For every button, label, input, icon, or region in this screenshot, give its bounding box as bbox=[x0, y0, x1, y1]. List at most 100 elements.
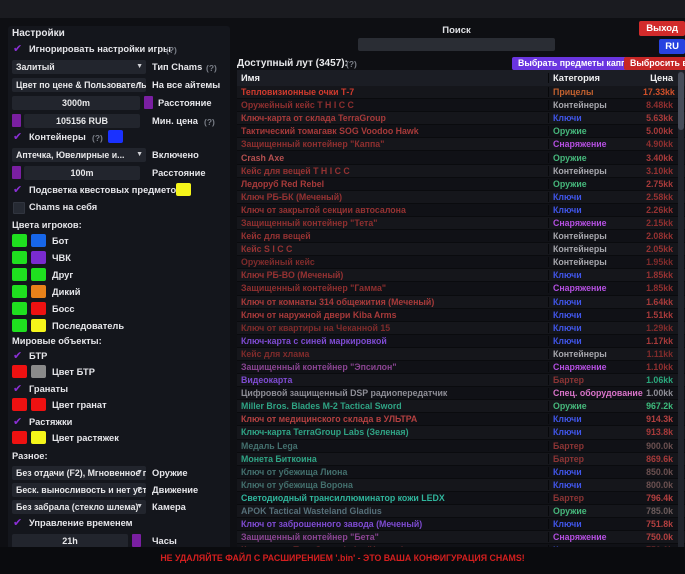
player-color-swatch-1[interactable] bbox=[12, 268, 27, 281]
containers-color-swatch[interactable] bbox=[108, 130, 123, 143]
min-price-label: Мин. цена bbox=[152, 116, 198, 126]
config-warning-text: НЕ УДАЛЯЙТЕ ФАЙЛ С РАСШИРЕНИЕМ '.bin' - … bbox=[0, 553, 685, 563]
ignore-game-settings-checkbox[interactable] bbox=[13, 43, 25, 55]
table-row[interactable]: Цифровой защищенный DSP радиопередатчикС… bbox=[237, 387, 685, 400]
table-row[interactable]: Тактический томагавк SOG Voodoo HawkОруж… bbox=[237, 125, 685, 138]
hours-color-swatch[interactable] bbox=[132, 534, 141, 547]
btr-checkbox[interactable] bbox=[13, 350, 25, 362]
player-color-swatch-2[interactable] bbox=[31, 251, 46, 264]
table-row[interactable]: Монета БиткоинаБартер869.6k bbox=[237, 453, 685, 466]
btr-color-swatch-2[interactable] bbox=[31, 365, 46, 378]
table-row[interactable]: Ключ-карта с синей маркировкойКлючи1.17k… bbox=[237, 335, 685, 348]
table-row[interactable]: Защищенный контейнер "Каппа"Снаряжение4.… bbox=[237, 138, 685, 151]
table-row[interactable]: Ключ от убежища ЛионаКлючи850.0k bbox=[237, 466, 685, 479]
quest-highlight-checkbox[interactable] bbox=[13, 184, 25, 196]
chams-type-dropdown[interactable]: Залитый▼ bbox=[12, 60, 146, 74]
player-colors-title: Цвета игроков: bbox=[12, 220, 82, 230]
table-row[interactable]: Ключ РБ-ВО (Меченый)Ключи1.85kk bbox=[237, 269, 685, 282]
time-control-checkbox[interactable] bbox=[13, 517, 25, 529]
scrollbar-thumb[interactable] bbox=[678, 72, 684, 130]
min-price-color-swatch[interactable] bbox=[12, 114, 21, 127]
all-items-mode-dropdown[interactable]: Цвет по цене & Пользователь▼ bbox=[12, 78, 146, 92]
grenade-color-swatch-1[interactable] bbox=[12, 398, 27, 411]
table-row[interactable]: Crash AxeОружие3.40kk bbox=[237, 151, 685, 164]
table-row[interactable]: Ключ от закрытой секции автосалонаКлючи2… bbox=[237, 204, 685, 217]
player-color-swatch-1[interactable] bbox=[12, 251, 27, 264]
table-row[interactable]: Кейс для вещей T H I C CКонтейнеры3.10kk bbox=[237, 165, 685, 178]
chams-self-checkbox[interactable] bbox=[13, 202, 25, 214]
item-category: Ключи bbox=[548, 467, 643, 477]
player-color-swatch-2[interactable] bbox=[31, 268, 46, 281]
column-header-name[interactable]: Имя bbox=[237, 73, 548, 83]
tripwire-color-swatch-2[interactable] bbox=[31, 431, 46, 444]
table-row[interactable]: Защищенный контейнер "Тета"Снаряжение2.1… bbox=[237, 217, 685, 230]
item-name: Монета Биткоина bbox=[237, 454, 548, 464]
table-row[interactable]: Оружейный кейсКонтейнеры1.95kk bbox=[237, 256, 685, 269]
item-category: Бартер bbox=[548, 454, 643, 464]
table-row[interactable]: Ключ от убежища ВоронаКлючи800.0k bbox=[237, 479, 685, 492]
player-color-swatch-2[interactable] bbox=[31, 302, 46, 315]
item-category: Ключи bbox=[548, 297, 643, 307]
search-input[interactable] bbox=[358, 38, 555, 51]
drop-all-button[interactable]: Выбросить все bbox=[624, 57, 685, 70]
grenade-color-swatch-2[interactable] bbox=[31, 398, 46, 411]
language-button[interactable]: RU bbox=[659, 39, 685, 54]
table-row[interactable]: Медаль LegaБартер900.0k bbox=[237, 440, 685, 453]
table-row[interactable]: Ключ от комнаты 314 общежития (Меченый)К… bbox=[237, 296, 685, 309]
table-row[interactable]: Оружейный кейс T H I C CКонтейнеры8.48kk bbox=[237, 99, 685, 112]
table-row[interactable]: Защищенный контейнер "Бета"Снаряжение750… bbox=[237, 531, 685, 544]
table-row[interactable]: Ключ от медицинского склада в УЛЬТРАКлюч… bbox=[237, 413, 685, 426]
player-color-swatch-1[interactable] bbox=[12, 234, 27, 247]
btr-color-swatch-1[interactable] bbox=[12, 365, 27, 378]
table-row[interactable]: Ключ-карта TerraGroup Labs (Зеленая)Ключ… bbox=[237, 426, 685, 439]
hours-input[interactable]: 21h bbox=[12, 534, 128, 548]
item-category: Ключи bbox=[548, 480, 643, 490]
distance-color-swatch[interactable] bbox=[144, 96, 153, 109]
table-row[interactable]: Ключ от наружной двери Kiba ArmsКлючи1.5… bbox=[237, 309, 685, 322]
containers-filter-dropdown[interactable]: Аптечка, Ювелирные и...▼ bbox=[12, 148, 146, 162]
table-row[interactable]: Кейс для вещейКонтейнеры2.08kk bbox=[237, 230, 685, 243]
containers-distance-input[interactable]: 100m bbox=[24, 166, 140, 180]
table-row[interactable]: Светодиодный трансиллюминатор кожи LEDXБ… bbox=[237, 492, 685, 505]
item-category: Ключи bbox=[548, 427, 643, 437]
table-row[interactable]: Кейс S I C CКонтейнеры2.05kk bbox=[237, 243, 685, 256]
weapon-dropdown[interactable]: Без отдачи (F2), Мгновенное п▼ bbox=[12, 466, 146, 480]
containers-distance-color-swatch[interactable] bbox=[12, 166, 21, 179]
item-name: Медаль Lega bbox=[237, 441, 548, 451]
player-color-swatch-1[interactable] bbox=[12, 302, 27, 315]
containers-checkbox[interactable] bbox=[13, 131, 25, 143]
exit-button[interactable]: Выход bbox=[639, 21, 685, 36]
grenades-checkbox[interactable] bbox=[13, 383, 25, 395]
chevron-down-icon: ▼ bbox=[136, 60, 143, 74]
quest-highlight-color-swatch[interactable] bbox=[176, 183, 191, 196]
item-name: Оружейный кейс T H I C C bbox=[237, 100, 548, 110]
tripwires-checkbox[interactable] bbox=[13, 416, 25, 428]
item-category: Контейнеры bbox=[548, 100, 643, 110]
min-price-input[interactable]: 105156 RUB bbox=[24, 114, 140, 128]
table-row[interactable]: Защищенный контейнер "Гамма"Снаряжение1.… bbox=[237, 282, 685, 295]
table-row[interactable]: Ключ РБ-БК (Меченый)Ключи2.58kk bbox=[237, 191, 685, 204]
containers-hint: (?) bbox=[92, 133, 103, 143]
table-row[interactable]: Miller Bros. Blades M-2 Tactical SwordОр… bbox=[237, 400, 685, 413]
camera-dropdown[interactable]: Без забрала (стекло шлема)▼ bbox=[12, 500, 146, 514]
table-row[interactable]: APOK Tactical Wasteland GladiusОружие785… bbox=[237, 505, 685, 518]
table-row[interactable]: Тепловизионные очки Т-7Прицелы17.33kk bbox=[237, 86, 685, 99]
player-color-swatch-2[interactable] bbox=[31, 319, 46, 332]
table-row[interactable]: ВидеокартаБартер1.06kk bbox=[237, 374, 685, 387]
table-row[interactable]: Защищенный контейнер "Эпсилон"Снаряжение… bbox=[237, 361, 685, 374]
player-color-swatch-1[interactable] bbox=[12, 319, 27, 332]
player-color-swatch-1[interactable] bbox=[12, 285, 27, 298]
select-kappa-items-button[interactable]: Выбрать предметы каппа bbox=[512, 57, 637, 70]
table-row[interactable]: Ледоруб Red RebelОружие2.75kk bbox=[237, 178, 685, 191]
items-distance-input[interactable]: 3000m bbox=[12, 96, 140, 110]
movement-dropdown[interactable]: Беск. выносливость и нет уста▼ bbox=[12, 483, 146, 497]
column-header-category[interactable]: Категория bbox=[548, 73, 643, 83]
player-color-swatch-2[interactable] bbox=[31, 285, 46, 298]
table-row[interactable]: Ключ от квартиры на Чеканной 15Ключи1.29… bbox=[237, 322, 685, 335]
player-color-swatch-2[interactable] bbox=[31, 234, 46, 247]
table-row[interactable]: Ключ-карта от склада TerraGroupКлючи5.63… bbox=[237, 112, 685, 125]
table-scrollbar[interactable] bbox=[678, 70, 684, 552]
tripwire-color-swatch-1[interactable] bbox=[12, 431, 27, 444]
table-row[interactable]: Ключ от заброшенного завода (Меченый)Клю… bbox=[237, 518, 685, 531]
table-row[interactable]: Кейс для хламаКонтейнеры1.11kk bbox=[237, 348, 685, 361]
